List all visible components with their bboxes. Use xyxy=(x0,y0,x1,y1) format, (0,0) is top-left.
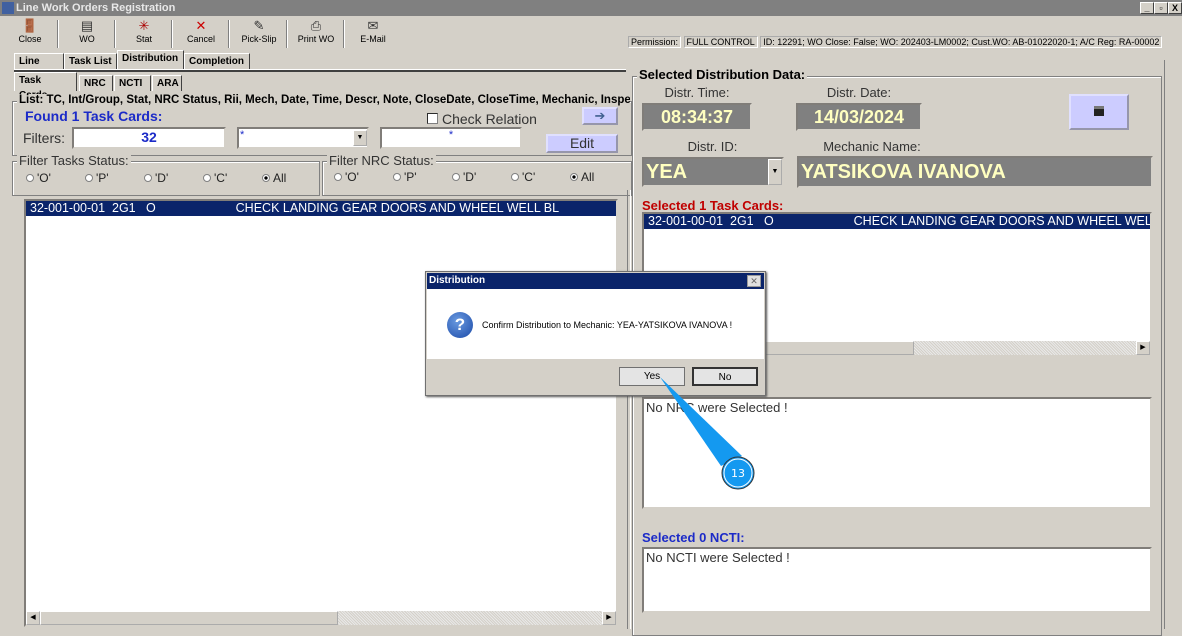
callout-pointer xyxy=(660,377,742,466)
step-callout: 13 xyxy=(660,377,755,490)
callout-number: 13 xyxy=(731,467,745,480)
